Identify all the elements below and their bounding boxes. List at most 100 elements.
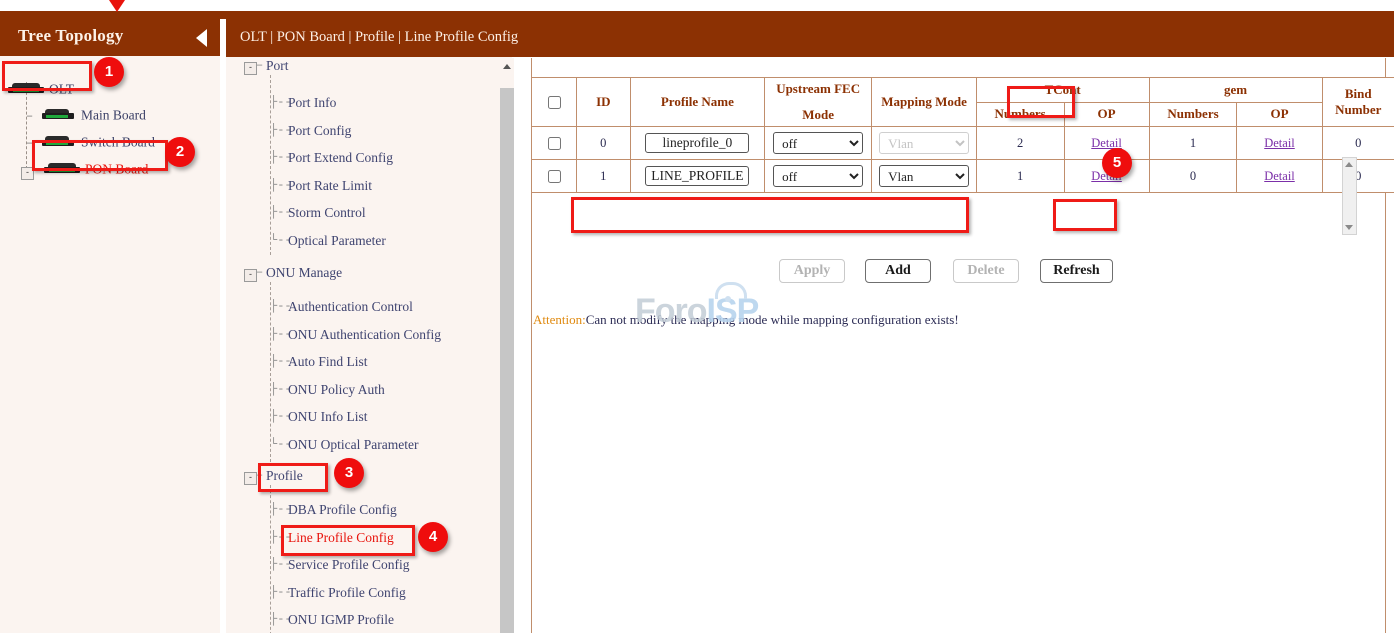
top-brand-band	[0, 11, 1394, 19]
app-root: Tree Topology OLT – Main Board	[0, 0, 1394, 633]
device-board-icon	[40, 136, 76, 149]
menu-item-onu-optical-parameter[interactable]: ONU Optical Parameter	[288, 437, 418, 453]
tree-node-pon-board[interactable]: PON Board	[44, 160, 148, 182]
tree-topology-body: OLT – Main Board – Switch Board - –	[0, 56, 220, 633]
menu-item-line-profile-config[interactable]: Line Profile Config	[288, 530, 394, 546]
col-header-gem-numbers: Numbers	[1149, 102, 1237, 127]
menu-scrollbar[interactable]	[500, 58, 514, 633]
col-header-profile-name: Profile Name	[630, 78, 764, 127]
menu-item-service-profile-config[interactable]: Service Profile Config	[288, 557, 409, 573]
mapping-mode-select[interactable]: Vlan	[879, 165, 969, 187]
col-header-upstream-fec-line1: Upstream FEC	[769, 81, 868, 97]
row-checkbox[interactable]	[548, 137, 561, 150]
col-header-bind-line2: Number	[1327, 102, 1390, 118]
gem-detail-link[interactable]: Detail	[1264, 169, 1295, 183]
col-header-gem-op: OP	[1237, 102, 1322, 127]
menu-group-profile[interactable]: Profile	[266, 468, 303, 484]
menu-item-optical-parameter[interactable]: Optical Parameter	[288, 233, 386, 249]
cell-mapping-mode: Vlan	[872, 160, 976, 193]
delete-button[interactable]: Delete	[953, 259, 1019, 283]
cell-fec-mode: off	[764, 127, 872, 160]
red-down-arrow-icon	[109, 0, 125, 12]
row-checkbox[interactable]	[548, 170, 561, 183]
select-all-header	[532, 78, 577, 127]
table-row: 0 off Vlan 2	[532, 127, 1394, 160]
cell-tcont-op: Detail	[1064, 127, 1149, 160]
menu-group-onu-manage[interactable]: ONU Manage	[266, 265, 342, 281]
attention-message: Attention:Can not modify the mapping mod…	[533, 312, 959, 328]
col-header-tcont-op: OP	[1064, 102, 1149, 127]
cell-tcont-numbers: 2	[976, 127, 1064, 160]
profile-name-input[interactable]	[645, 133, 749, 153]
tree-node-main-board[interactable]: Main Board	[40, 106, 146, 128]
scroll-up-arrow-icon[interactable]	[1345, 162, 1353, 167]
add-button[interactable]: Add	[865, 259, 931, 283]
scroll-down-arrow-icon[interactable]	[1345, 225, 1353, 230]
cell-profile-name	[630, 160, 764, 193]
col-header-gem: gem	[1149, 78, 1322, 103]
cell-fec-mode: off	[764, 160, 872, 193]
menu-group-port[interactable]: Port	[266, 58, 289, 74]
row-select-cell	[532, 160, 577, 193]
menu-item-dba-profile-config[interactable]: DBA Profile Config	[288, 502, 397, 518]
cell-bind-number: 0	[1322, 160, 1394, 193]
tree-topology-panel: Tree Topology OLT – Main Board	[0, 19, 221, 633]
attention-label: Attention:	[533, 312, 586, 327]
menu-item-traffic-profile-config[interactable]: Traffic Profile Config	[288, 585, 406, 601]
tree-node-switch-board[interactable]: Switch Board	[40, 133, 155, 155]
menu-item-port-extend-config[interactable]: Port Extend Config	[288, 150, 393, 166]
mapping-mode-select[interactable]: Vlan	[879, 132, 969, 154]
tree-node-label: PON Board	[85, 161, 148, 176]
col-header-upstream-fec-mode: Upstream FEC Mode	[764, 78, 872, 127]
menu-item-port-rate-limit[interactable]: Port Rate Limit	[288, 178, 372, 194]
menu-item-onu-info-list[interactable]: ONU Info List	[288, 409, 368, 425]
menu-item-onu-igmp-profile[interactable]: ONU IGMP Profile	[288, 612, 394, 628]
gem-detail-link[interactable]: Detail	[1264, 136, 1295, 150]
table-row: 1 off Vlan 1	[532, 160, 1394, 193]
upstream-fec-mode-select[interactable]: off	[773, 132, 863, 154]
cell-gem-numbers: 0	[1149, 160, 1237, 193]
col-header-bind-line1: Bind	[1327, 86, 1390, 102]
menu-item-port-config[interactable]: Port Config	[288, 123, 351, 139]
scroll-up-arrow-icon[interactable]	[503, 64, 511, 69]
tcont-detail-link[interactable]: Detail	[1091, 136, 1122, 150]
tree-node-olt[interactable]: OLT	[8, 80, 74, 102]
menu-item-onu-policy-auth[interactable]: ONU Policy Auth	[288, 382, 385, 398]
cell-gem-op: Detail	[1237, 160, 1322, 193]
col-header-tcont: TCont	[976, 78, 1149, 103]
menu-item-onu-authentication-config[interactable]: ONU Authentication Config	[288, 327, 441, 343]
refresh-button[interactable]: Refresh	[1040, 259, 1113, 283]
profile-name-input[interactable]	[645, 166, 749, 186]
col-header-upstream-fec-line2: Mode	[769, 107, 868, 123]
action-buttons: Apply Add Delete Refresh	[779, 259, 1113, 283]
table-scrollbar[interactable]	[1342, 157, 1357, 235]
breadcrumb-bar: OLT | PON Board | Profile | Line Profile…	[226, 19, 1394, 57]
apply-button[interactable]: Apply	[779, 259, 845, 283]
menu-item-port-info[interactable]: Port Info	[288, 95, 336, 111]
tcont-detail-link[interactable]: Detail	[1091, 169, 1122, 183]
menu-scrollbar-thumb[interactable]	[500, 88, 514, 633]
main-content: ID Profile Name Upstream FEC Mode Mappin…	[520, 57, 1394, 633]
cell-gem-numbers: 1	[1149, 127, 1237, 160]
select-all-checkbox[interactable]	[548, 96, 561, 109]
cell-gem-op: Detail	[1237, 127, 1322, 160]
tree-topology-header: Tree Topology	[0, 19, 220, 56]
attention-text: Can not modify the mapping mode while ma…	[586, 312, 959, 327]
cell-mapping-mode: Vlan	[872, 127, 976, 160]
menu-item-authentication-control[interactable]: Authentication Control	[288, 299, 413, 315]
tree-node-label: Main Board	[81, 107, 146, 122]
cell-id: 1	[576, 160, 630, 193]
tree-node-label: OLT	[49, 81, 74, 96]
collapse-left-arrow-icon[interactable]	[196, 29, 207, 47]
cell-bind-number: 0	[1322, 127, 1394, 160]
device-board-icon	[8, 83, 44, 96]
cell-id: 0	[576, 127, 630, 160]
col-header-mapping-mode: Mapping Mode	[872, 78, 976, 127]
row-select-cell	[532, 127, 577, 160]
menu-item-auto-find-list[interactable]: Auto Find List	[288, 354, 368, 370]
table-header-row: ID Profile Name Upstream FEC Mode Mappin…	[532, 78, 1394, 103]
upstream-fec-mode-select[interactable]: off	[773, 165, 863, 187]
menu-item-storm-control[interactable]: Storm Control	[288, 205, 366, 221]
tree-node-label: Switch Board	[81, 134, 155, 149]
device-board-icon	[44, 163, 80, 176]
